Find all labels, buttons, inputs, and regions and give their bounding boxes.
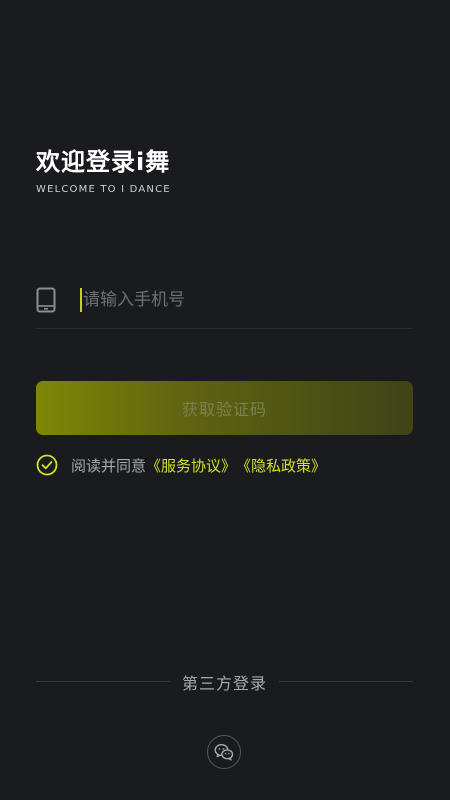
- agreement-row: 阅读并同意 《服务协议》 《隐私政策》: [36, 452, 326, 478]
- divider-line-right: [279, 681, 413, 682]
- page-subtitle: WELCOME TO I DANCE: [36, 184, 171, 195]
- check-circle-icon[interactable]: [36, 454, 58, 476]
- phone-input-row: [36, 276, 412, 329]
- service-agreement-link[interactable]: 《服务协议》: [146, 455, 236, 476]
- phone-icon: [36, 287, 56, 313]
- phone-input[interactable]: [80, 282, 403, 318]
- third-party-login-divider: 第三方登录: [36, 668, 413, 696]
- page-title: 欢迎登录i舞: [36, 148, 171, 176]
- get-code-button[interactable]: 获取验证码: [36, 381, 413, 435]
- wechat-login-button[interactable]: [207, 735, 241, 769]
- wechat-icon: [214, 743, 234, 761]
- privacy-policy-link[interactable]: 《隐私政策》: [236, 455, 326, 476]
- third-party-login-label: 第三方登录: [181, 674, 267, 693]
- agreement-text: 阅读并同意: [71, 456, 147, 475]
